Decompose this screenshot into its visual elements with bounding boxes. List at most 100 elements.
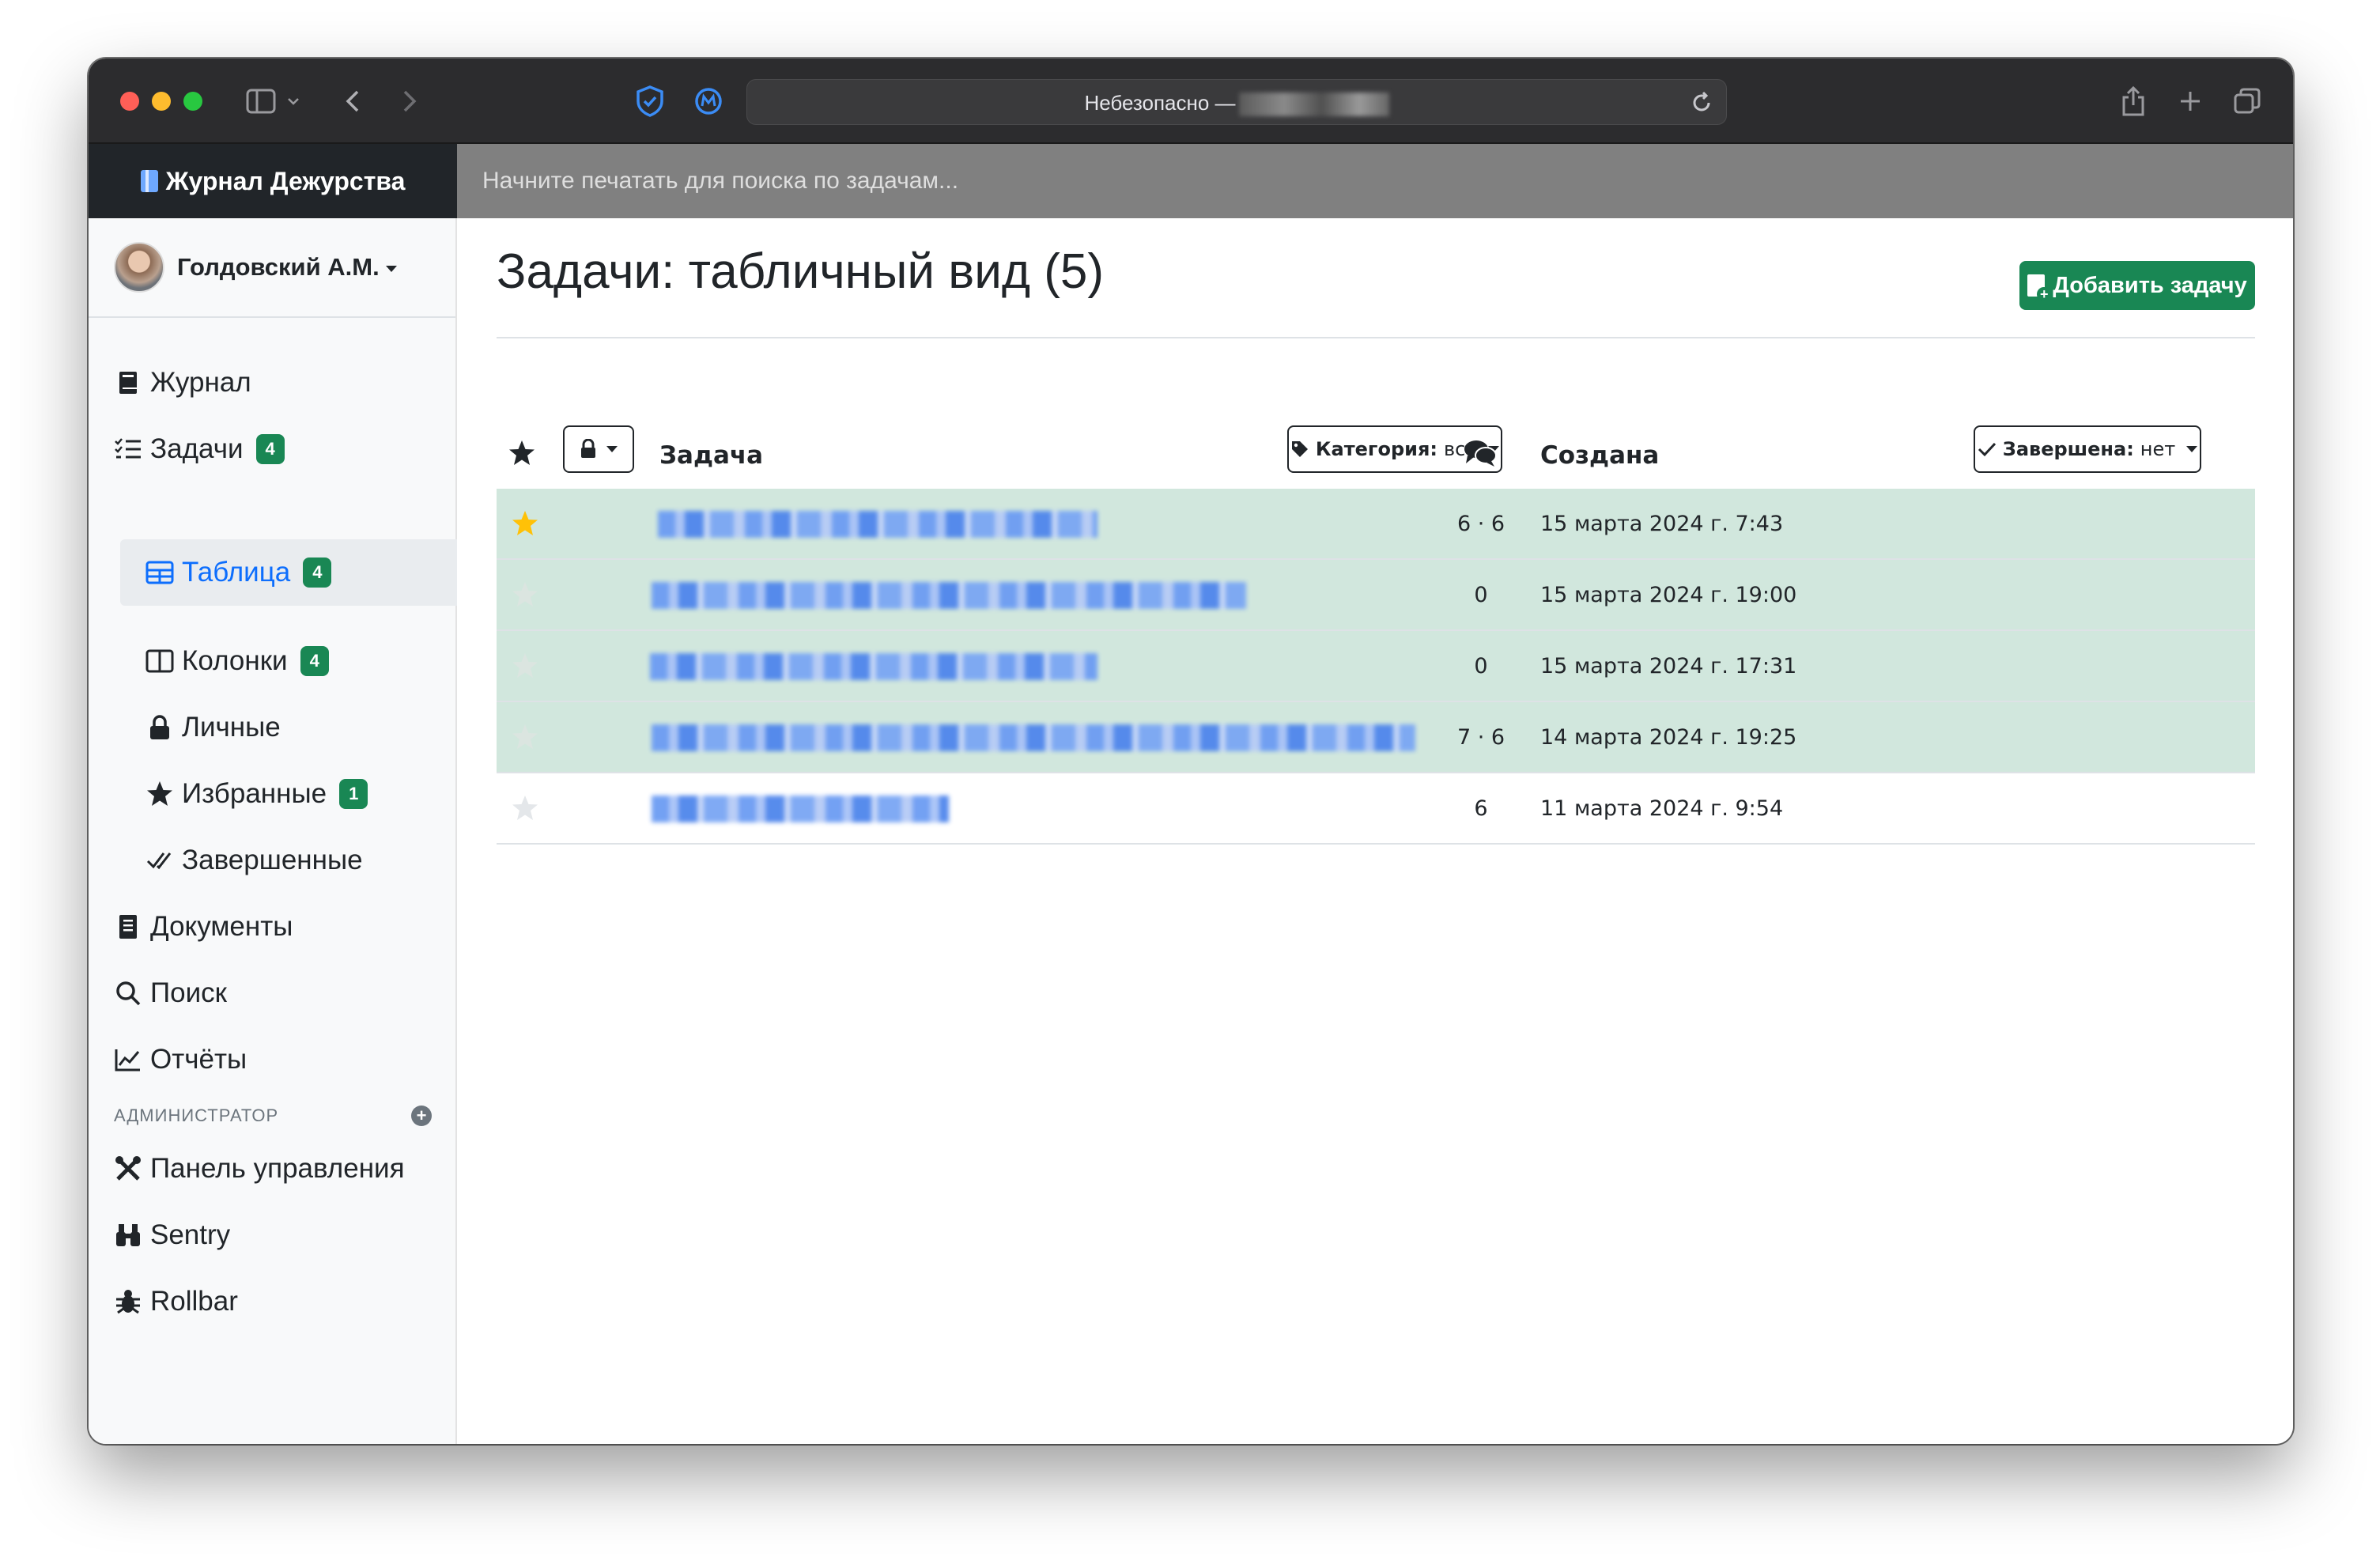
table-row[interactable]: 0 15 марта 2024 г. 17:31 [497,631,2255,702]
caret-down-icon [606,446,618,452]
comments-count: 0 [1474,583,1488,607]
new-tab-icon[interactable] [2174,82,2206,120]
minimize-window-button[interactable] [152,92,171,111]
created-date: 15 марта 2024 г. 7:43 [1540,512,1784,536]
sidebar-toggle-icon[interactable] [242,82,280,120]
journal-bookmark-icon [140,170,158,192]
documents-icon [114,913,142,941]
shield-icon[interactable] [631,82,669,120]
table-row[interactable]: 0 15 марта 2024 г. 19:00 [497,560,2255,631]
count-badge: 4 [300,646,329,676]
sidebar: Голдовский А.М. Журнал Задачи 4 Таблица … [89,218,457,1444]
add-task-button[interactable]: Добавить задачу [2019,261,2255,310]
browser-window: Небезопасно — Журнал Дежурства Голдовски… [89,59,2293,1444]
tasks-list-icon [114,435,142,463]
task-title-link[interactable] [652,773,949,845]
add-admin-link-icon[interactable]: + [411,1106,432,1126]
favorite-star-icon[interactable] [511,652,539,681]
tag-icon [1291,441,1308,457]
sidebar-item-label: Rollbar [150,1286,238,1317]
back-icon[interactable] [337,82,368,120]
sidebar-item-label: Отчёты [150,1044,247,1075]
sidebar-item-label: Журнал [150,367,251,398]
sidebar-item-label: Sentry [150,1219,231,1250]
browser-toolbar: Небезопасно — [89,59,2293,144]
redacted-task-title [652,582,1246,609]
redacted-task-title [650,653,1097,680]
table-row[interactable]: 7 · 6 14 марта 2024 г. 19:25 [497,702,2255,773]
redacted-task-title [652,724,1415,751]
chart-icon [114,1045,142,1074]
sidebar-item-rollbar[interactable]: Rollbar [114,1278,238,1325]
page-title: Задачи: табличный вид (5) [497,244,1105,299]
redacted-task-title [658,511,1097,538]
redacted-task-title [652,796,949,822]
sidebar-item-columns[interactable]: Колонки 4 [145,637,329,685]
forward-icon[interactable] [394,82,425,120]
sidebar-item-favorites[interactable]: Избранные 1 [145,770,368,818]
favorite-star-icon[interactable] [511,795,539,823]
favorite-column-star-icon[interactable] [508,440,536,468]
table-icon [145,558,174,587]
favorite-star-icon[interactable] [511,510,539,539]
created-date: 15 марта 2024 г. 17:31 [1540,654,1797,678]
brand-link[interactable]: Журнал Дежурства [89,144,457,218]
main-content: Задачи: табличный вид (5) Добавить задач… [457,218,2293,1444]
user-menu[interactable]: Голдовский А.М. [114,242,397,293]
favorite-star-icon[interactable] [511,724,539,752]
task-title-link[interactable] [650,631,1097,702]
sidebar-item-completed[interactable]: Завершенные [145,837,363,884]
sidebar-item-sentry[interactable]: Sentry [114,1211,230,1259]
sidebar-item-table[interactable]: Таблица 4 [120,539,457,606]
comments-count: 6 [1474,796,1488,821]
check-all-icon [145,846,174,875]
completed-filter-dropdown[interactable]: Завершена: нет [1974,425,2201,473]
sidebar-item-label: Завершенные [182,845,363,875]
address-bar[interactable]: Небезопасно — [746,79,1727,125]
privacy-filter-dropdown[interactable] [563,425,634,473]
sidebar-admin-heading: АДМИНИСТРАТОР [114,1106,279,1125]
sidebar-item-label: Задачи [150,433,244,464]
completed-filter-label: Завершена: [2002,438,2134,460]
tab-overview-icon[interactable] [2231,82,2263,120]
sidebar-item-documents[interactable]: Документы [114,903,293,951]
sidebar-divider [89,316,455,318]
task-title-link[interactable] [658,489,1097,560]
sidebar-item-tasks[interactable]: Задачи 4 [114,425,285,473]
task-title-link[interactable] [652,560,1246,631]
reload-icon[interactable] [1690,91,1713,115]
bug-icon [114,1287,142,1316]
created-date: 15 марта 2024 г. 19:00 [1540,583,1797,607]
extension-icon[interactable] [689,82,727,120]
created-column-header[interactable]: Создана [1540,441,1659,470]
created-date: 14 марта 2024 г. 19:25 [1540,725,1797,750]
zoom-window-button[interactable] [183,92,202,111]
sidebar-item-label: Колонки [182,645,288,676]
table-row[interactable]: 6 · 6 15 марта 2024 г. 7:43 [497,489,2255,560]
favorite-star-icon[interactable] [511,581,539,610]
share-icon[interactable] [2117,82,2149,120]
binoculars-icon [114,1221,142,1249]
title-divider [497,337,2255,338]
sidebar-item-personal[interactable]: Личные [145,704,281,751]
task-column-header[interactable]: Задача [659,441,763,470]
add-task-label: Добавить задачу [2053,272,2247,298]
caret-down-icon [2186,446,2198,452]
sidebar-item-reports[interactable]: Отчёты [114,1036,247,1083]
sidebar-item-journal[interactable]: Журнал [114,359,251,406]
completed-filter-value: нет [2140,438,2176,460]
columns-icon [145,647,174,675]
count-badge: 4 [303,558,332,588]
lock-icon [581,439,595,458]
task-title-link[interactable] [652,702,1415,773]
sidebar-item-label: Документы [150,911,293,942]
sidebar-item-search[interactable]: Поиск [114,969,227,1017]
comments-count: 6 · 6 [1456,512,1505,536]
task-search-input[interactable] [457,144,2293,218]
chevron-down-icon[interactable] [283,82,304,120]
avatar [114,242,164,293]
sidebar-item-control-panel[interactable]: Панель управления [114,1145,405,1192]
app-topbar: Журнал Дежурства [89,144,2293,218]
table-row[interactable]: 6 11 марта 2024 г. 9:54 [497,773,2255,845]
close-window-button[interactable] [120,92,139,111]
